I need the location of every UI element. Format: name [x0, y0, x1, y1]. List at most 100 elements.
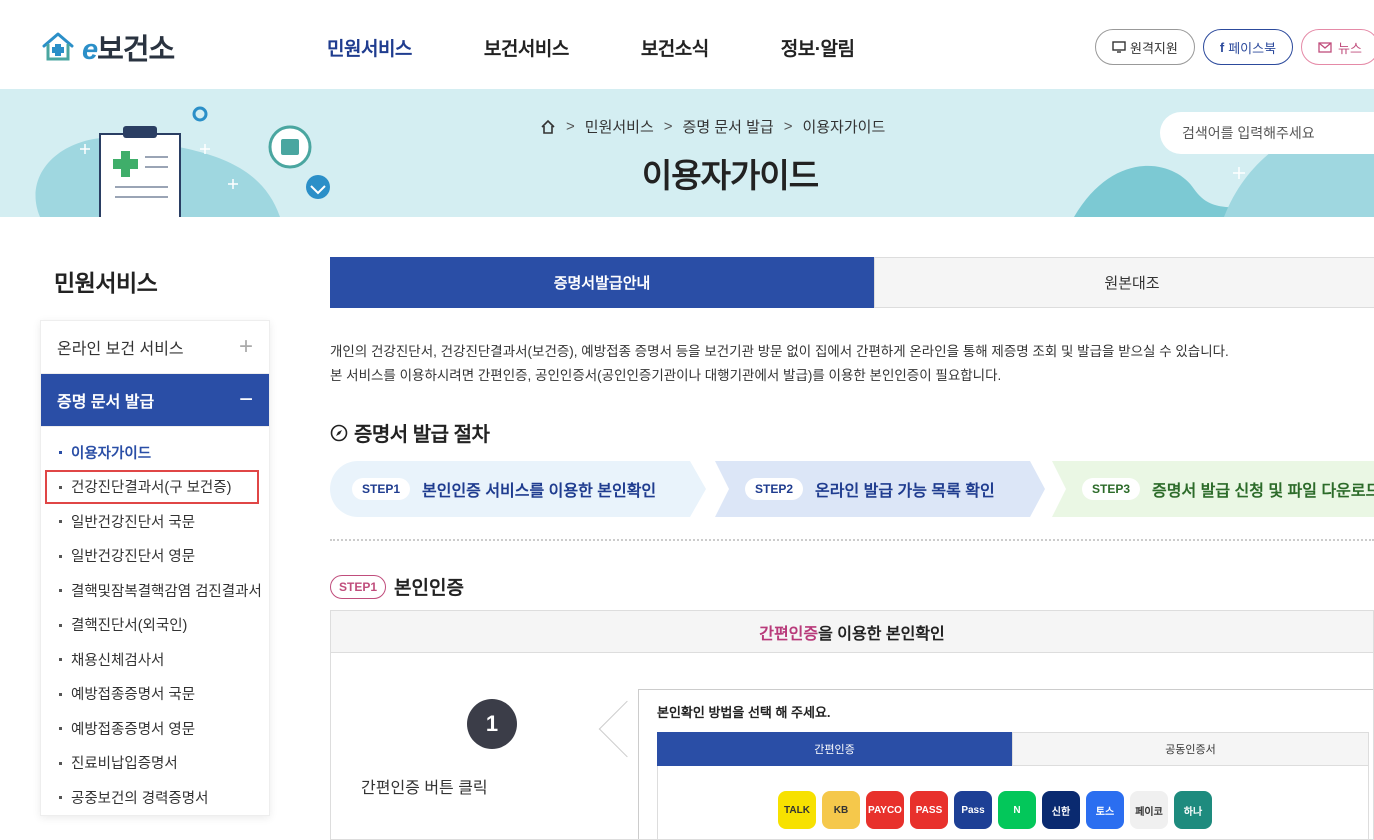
- submenu-item[interactable]: 채용신체검사서: [41, 642, 269, 677]
- step-badge: STEP1: [352, 478, 411, 500]
- page-title: 이용자가이드: [641, 157, 819, 194]
- auth-provider-icon[interactable]: Pass: [954, 791, 992, 829]
- auth-panel-heading-text: 을 이용한 본인확인: [818, 625, 945, 643]
- step-3: STEP3 증명서 발급 신청 및 파일 다운로드: [1052, 461, 1374, 517]
- submenu-item-health-check-result[interactable]: 건강진단결과서(구 보건증): [45, 469, 259, 504]
- auth-method-tabs: 간편인증 공동인증서: [657, 732, 1369, 766]
- auth-panel-heading: 간편인증 을 이용한 본인확인: [331, 611, 1373, 653]
- step1-heading: STEP1 본인인증: [330, 573, 1374, 600]
- sidebar-title-text: 민원서비스: [54, 270, 158, 296]
- breadcrumb-separator: >: [663, 118, 673, 135]
- breadcrumb-separator: >: [783, 118, 793, 135]
- utility-buttons: 원격지원 f 페이스북 뉴스: [1095, 29, 1374, 65]
- process-steps: STEP1 본인인증 서비스를 이용한 본인확인 STEP2 온라인 발급 가능…: [330, 461, 1374, 517]
- news-label: 뉴스: [1338, 40, 1362, 56]
- auth-panel-highlight: 간편인증: [759, 625, 819, 643]
- site-header: e보건소 민원서비스 보건서비스 보건소식 정보·알림 원격지원 f 페이스북 …: [0, 0, 1374, 89]
- sidebar-submenu: 이용자가이드 건강진단결과서(구 보건증) 일반건강진단서 국문 일반건강진단서…: [41, 427, 269, 815]
- breadcrumb-item[interactable]: 이용자가이드: [802, 116, 885, 137]
- step-badge: STEP3: [1082, 478, 1141, 500]
- search-input[interactable]: [1182, 125, 1374, 141]
- auth-provider-list: TALK KB PAYCO PASS Pass N 신한 토스 페이코 하나: [778, 791, 1212, 829]
- step-number-label: 간편인증 버튼 클릭: [361, 780, 488, 797]
- tab-original-verify[interactable]: 원본대조: [874, 257, 1374, 308]
- submenu-item[interactable]: 결핵진단서(외국인): [41, 608, 269, 643]
- search-box: [1160, 112, 1374, 154]
- submenu-item[interactable]: 진료비납입증명서: [41, 746, 269, 781]
- auth-provider-icon[interactable]: 신한: [1042, 791, 1080, 829]
- logo-house-icon: [42, 32, 74, 61]
- sidebar-item-online-health[interactable]: 온라인 보건 서비스 +: [41, 321, 269, 374]
- submenu-item[interactable]: 공중보건의 경력증명서: [41, 780, 269, 815]
- auth-panel: 간편인증 을 이용한 본인확인 1 간편인증 버튼 클릭 본인확인 방법을 선택…: [330, 610, 1374, 840]
- step-number-circle: 1: [467, 699, 517, 749]
- submenu-item[interactable]: 예방접종증명서 국문: [41, 677, 269, 712]
- nav-civil-service[interactable]: 민원서비스: [327, 34, 412, 61]
- auth-method-prompt: 본인확인 방법을 선택 해 주세요.: [657, 705, 831, 720]
- minus-icon: −: [238, 386, 253, 413]
- step-text: 증명서 발급 신청 및 파일 다운로드: [1152, 483, 1374, 500]
- news-button[interactable]: 뉴스: [1301, 29, 1374, 65]
- nav-info-notice[interactable]: 정보·알림: [781, 34, 855, 61]
- logo-e: e: [82, 34, 98, 66]
- submenu-item-user-guide[interactable]: 이용자가이드: [41, 435, 269, 470]
- submenu-item[interactable]: 예방접종증명서 영문: [41, 711, 269, 746]
- sidebar-menu: 온라인 보건 서비스 + 증명 문서 발급 − 이용자가이드 건강진단결과서(구…: [40, 320, 270, 816]
- auth-provider-icon[interactable]: PAYCO: [866, 791, 904, 829]
- breadcrumb-item[interactable]: 증명 문서 발급: [683, 116, 774, 137]
- sidebar-title: 민원서비스: [40, 240, 270, 320]
- tab-simple-auth[interactable]: 간편인증: [657, 732, 1012, 766]
- intro-text: 개인의 건강진단서, 건강진단결과서(보건증), 예방접종 증명서 등을 보건기…: [330, 340, 1374, 388]
- auth-provider-icon[interactable]: 토스: [1086, 791, 1124, 829]
- breadcrumb-separator: >: [566, 118, 575, 135]
- content-tabs: 증명서발급안내 원본대조: [330, 257, 1374, 308]
- breadcrumb: > 민원서비스 > 증명 문서 발급 > 이용자가이드: [540, 116, 885, 137]
- sidebar-item-label: 온라인 보건 서비스: [57, 341, 184, 358]
- logo-name: 보건소: [97, 34, 175, 66]
- auth-provider-icon[interactable]: KB: [822, 791, 860, 829]
- intro-line: 본 서비스를 이용하시려면 간편인증, 공인인증서(공인인증기관이나 대행기관에…: [330, 368, 1002, 383]
- compass-icon: [330, 424, 348, 441]
- plus-icon: +: [238, 333, 253, 360]
- sidebar-item-label: 증명 문서 발급: [57, 394, 155, 411]
- step-badge: STEP2: [745, 478, 804, 500]
- submenu-item[interactable]: 일반건강진단서 국문: [41, 504, 269, 539]
- newsletter-icon: [1318, 42, 1332, 53]
- auth-provider-icon[interactable]: N: [998, 791, 1036, 829]
- step1-badge: STEP1: [330, 574, 387, 599]
- monitor-icon: [1112, 41, 1126, 53]
- remote-support-button[interactable]: 원격지원: [1095, 29, 1195, 65]
- facebook-icon: f: [1219, 39, 1225, 55]
- auth-provider-box: TALK KB PAYCO PASS Pass N 신한 토스 페이코 하나: [657, 766, 1369, 839]
- step1-title: 본인인증: [394, 578, 464, 599]
- facebook-label: 페이스북: [1228, 40, 1277, 56]
- remote-support-label: 원격지원: [1130, 40, 1178, 56]
- auth-method-screenshot: 본인확인 방법을 선택 해 주세요. 간편인증 공동인증서 TALK KB PAYC…: [638, 689, 1373, 839]
- submenu-item[interactable]: 결핵및잠복결핵감염 검진결과서: [41, 573, 269, 608]
- step-1: STEP1 본인인증 서비스를 이용한 본인확인: [330, 461, 706, 517]
- breadcrumb-item[interactable]: 민원서비스: [585, 116, 654, 137]
- tab-joint-certificate[interactable]: 공동인증서: [1012, 732, 1369, 766]
- auth-provider-icon[interactable]: 하나: [1174, 791, 1212, 829]
- main-navigation: 민원서비스 보건서비스 보건소식 정보·알림: [327, 34, 926, 61]
- tab-certificate-guide[interactable]: 증명서발급안내: [330, 257, 874, 308]
- sidebar-item-certificate-issue[interactable]: 증명 문서 발급 −: [41, 374, 269, 427]
- page-banner: > 민원서비스 > 증명 문서 발급 > 이용자가이드 이용자가이드: [0, 89, 1374, 217]
- submenu-item[interactable]: 일반건강진단서 영문: [41, 539, 269, 574]
- section-title: 증명서 발급 절차: [330, 418, 1374, 447]
- auth-provider-icon[interactable]: PASS: [910, 791, 948, 829]
- main-content: 증명서발급안내 원본대조 개인의 건강진단서, 건강진단결과서(보건증), 예방…: [330, 257, 1374, 840]
- step-2: STEP2 온라인 발급 가능 목록 확인: [715, 461, 1045, 517]
- step-text: 온라인 발급 가능 목록 확인: [815, 483, 995, 500]
- site-logo[interactable]: e보건소: [40, 26, 175, 68]
- auth-provider-icon[interactable]: TALK: [778, 791, 816, 829]
- step-text: 본인인증 서비스를 이용한 본인확인: [422, 483, 657, 500]
- dotted-divider: [330, 539, 1374, 541]
- sidebar: 민원서비스 온라인 보건 서비스 + 증명 문서 발급 − 이용자가이드 건강진…: [40, 240, 270, 816]
- section-title-text: 증명서 발급 절차: [354, 424, 490, 446]
- nav-health-news[interactable]: 보건소식: [641, 34, 709, 61]
- home-icon[interactable]: [540, 119, 556, 135]
- facebook-button[interactable]: f 페이스북: [1202, 29, 1294, 65]
- auth-provider-icon[interactable]: 페이코: [1130, 791, 1168, 829]
- nav-health-service[interactable]: 보건서비스: [484, 34, 569, 61]
